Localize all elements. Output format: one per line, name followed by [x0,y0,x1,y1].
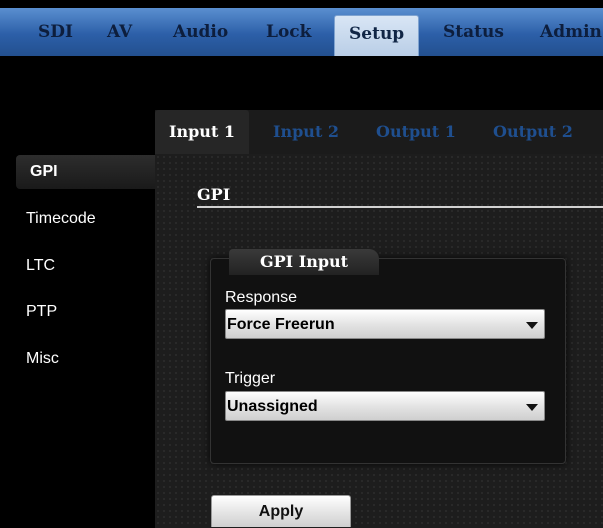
trigger-value: Unassigned [227,398,318,415]
group-legend: GPI Input [229,249,379,275]
gpi-input-group: GPI Input Response Force Freerun Trigger… [210,249,566,464]
side-item-ptp[interactable]: PTP [16,295,152,329]
sub-tab-output-2[interactable]: Output 2 [493,110,573,154]
side-item-gpi[interactable]: GPI [16,155,162,189]
side-item-misc[interactable]: Misc [16,342,152,376]
sub-tab-output-1[interactable]: Output 1 [376,110,456,154]
section-title: GPI [197,185,231,204]
section-divider [197,206,603,208]
nav-tab-setup[interactable]: Setup [334,15,420,56]
response-label: Response [225,289,298,306]
sub-tab-bar: Input 1 Input 2 Output 1 Output 2 [155,110,603,154]
nav-tab-admin[interactable]: Admin [540,8,602,56]
response-select[interactable]: Force Freerun [225,309,545,339]
side-item-timecode[interactable]: Timecode [16,202,152,236]
apply-button[interactable]: Apply [211,495,351,527]
nav-tab-lock[interactable]: Lock [266,8,311,56]
trigger-label: Trigger [225,370,276,387]
trigger-select[interactable]: Unassigned [225,391,545,421]
side-item-ltc[interactable]: LTC [16,249,152,283]
sub-tab-input-1[interactable]: Input 1 [155,110,250,154]
content-panel: GPI GPI Input Response Force Freerun Tri… [155,154,603,528]
top-nav: SDI AV Audio Lock Setup Status Admin [0,8,603,56]
nav-tab-status[interactable]: Status [443,8,504,56]
chevron-down-icon [526,322,538,329]
sub-tab-input-2[interactable]: Input 2 [273,110,339,154]
nav-tab-audio[interactable]: Audio [173,8,228,56]
chevron-down-icon [526,404,538,411]
nav-tab-av[interactable]: AV [107,8,132,56]
nav-tab-sdi[interactable]: SDI [38,8,73,56]
response-value: Force Freerun [227,316,335,333]
